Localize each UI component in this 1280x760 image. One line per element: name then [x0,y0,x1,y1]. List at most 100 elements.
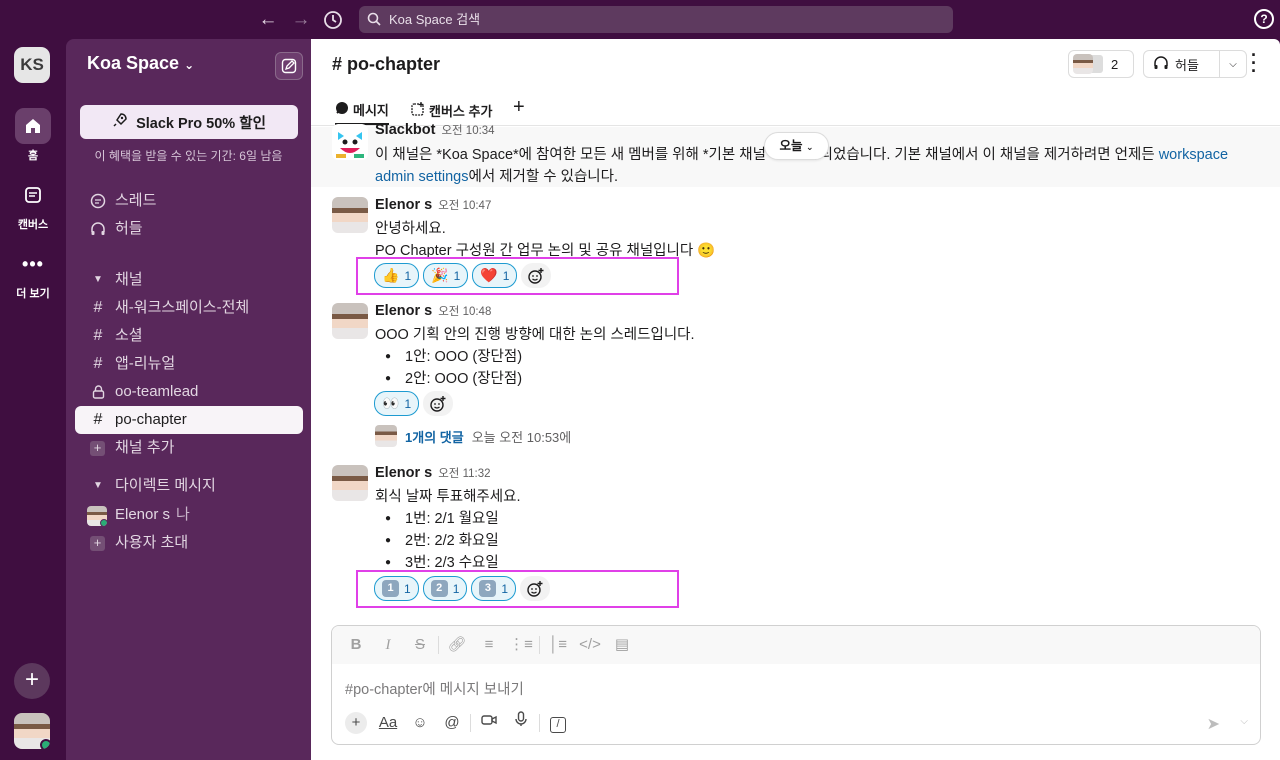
compose-button[interactable] [275,52,303,80]
code-block-icon[interactable]: ▤ [606,632,638,658]
sidebar-item-label: 새-워크스페이스-전체 [115,299,250,316]
message-author[interactable]: Slackbot 오전 10:34 [375,122,495,138]
invite-people-button[interactable]: + 사용자 초대 [75,529,303,557]
message-timestamp[interactable]: 오전 11:32 [438,468,490,480]
avatar[interactable] [332,303,368,339]
chevron-down-icon[interactable]: ⌵ [1240,716,1248,727]
more-vertical-icon[interactable]: · · · [1251,46,1259,80]
mention-icon[interactable]: @ [436,710,468,736]
formatting-toggle-icon[interactable]: Aa [372,710,404,736]
link-icon[interactable]: 🔗︎ [441,632,473,658]
message-timestamp[interactable]: 오전 10:48 [438,306,491,318]
workspace-link[interactable]: workspace [1159,147,1228,163]
sidebar-item-channel[interactable]: # 앱-리뉴얼 [75,350,303,378]
message-timestamp[interactable]: 오전 10:47 [438,200,491,212]
formatting-toolbar: B I S 🔗︎ ≡ ⋮≡ │≡ </> ▤ [332,626,1260,664]
headphones-icon [89,215,107,247]
plus-icon[interactable]: + [340,710,372,736]
add-reaction-icon[interactable] [423,391,454,416]
bold-button[interactable]: B [340,632,372,658]
promo-button[interactable]: Slack Pro 50% 할인 [80,105,298,139]
message-text: admin settings에서 제거할 수 있습니다. [375,169,619,185]
code-icon[interactable]: </> [574,632,606,658]
list-item: 1안: OOO (장단점) [385,345,522,366]
sidebar-item-huddles[interactable]: 허들 [75,215,303,243]
huddle-button[interactable]: 허들 ⌵ [1143,50,1247,78]
blockquote-icon[interactable]: │≡ [542,632,574,658]
slash-command-icon[interactable]: / [542,710,574,736]
caret-down-icon: ▼ [93,274,103,285]
emoji-icon[interactable]: ☺ [404,710,436,736]
caret-down-icon: ▼ [93,480,103,491]
channel-view: # po-chapter 2 허들 ⌵ · · · 메시지 캔버스 추가 + S… [311,39,1280,760]
channel-title[interactable]: # po-chapter [332,54,440,75]
strikethrough-button[interactable]: S [404,632,436,658]
message-text: 안녕하세요. [375,221,446,237]
sidebar-item-label: 허들 [115,220,143,237]
add-workspace-button[interactable]: + [14,663,50,699]
sidebar-item-label: Elenor s [115,506,171,523]
message-author[interactable]: Elenor s 오전 11:32 [375,465,491,481]
chevron-down-icon[interactable]: ⌵ [1220,59,1246,70]
reply-count-link[interactable]: 1개의 댓글 [405,427,464,446]
compose-icon [281,58,297,74]
date-divider-pill[interactable]: 오늘 ⌄ [764,132,829,160]
message-timestamp[interactable]: 오전 10:34 [441,125,494,137]
ordered-list-icon[interactable]: ≡ [473,632,505,658]
message-composer[interactable]: B I S 🔗︎ ≡ ⋮≡ │≡ </> ▤ #po-chapter에 메시지 … [331,625,1261,745]
plus-icon: + [90,536,105,551]
sidebar-item-channel[interactable]: # 소셜 [75,322,303,350]
member-count: 2 [1111,56,1119,72]
search-icon [367,12,381,26]
tab-add-canvas[interactable]: 캔버스 추가 [411,99,492,121]
italic-button[interactable]: I [372,632,404,658]
avatar[interactable] [332,465,368,501]
sidebar-item-channel[interactable]: # 새-워크스페이스-전체 [75,294,303,322]
sidebar-item-dm[interactable]: Elenor s 나 [75,501,303,529]
message-author[interactable]: Elenor s 오전 10:48 [375,303,491,319]
channels-section-header[interactable]: ▼ 채널 [75,266,303,294]
bulleted-list-icon[interactable]: ⋮≡ [505,632,537,658]
sidebar-item-label: 스레드 [115,192,157,209]
video-icon[interactable] [473,710,505,736]
help-icon[interactable]: ? [1254,9,1274,29]
message-icon [335,101,349,118]
rail-canvas[interactable]: 캔버스 [0,177,66,232]
rail-more[interactable]: ••• 더 보기 [0,246,66,301]
clock-icon[interactable] [320,7,346,33]
thread-replies[interactable]: 1개의 댓글 오늘 오전 10:53에 [375,425,571,447]
workspace-avatar[interactable]: KS [14,47,50,83]
rail-home[interactable]: 홈 [0,108,66,163]
arrow-left-icon[interactable]: ← [255,7,281,33]
sidebar-item-threads[interactable]: 스레드 [75,187,303,215]
admin-settings-link[interactable]: admin settings [375,169,469,185]
lock-icon [89,378,107,409]
reaction-eyes[interactable]: 👀 1 [374,391,420,416]
message-author[interactable]: Elenor s 오전 10:47 [375,197,491,213]
reaction-bar: 👀 1 [374,391,454,416]
chevron-down-icon: ⌄ [805,142,814,152]
sidebar-item-channel[interactable]: oo-teamlead [75,378,303,406]
avatar[interactable] [332,197,368,233]
add-tab-icon[interactable]: + [513,96,525,119]
chevron-down-icon: ⌄ [184,58,195,72]
annotation-highlight-box [356,257,679,295]
divider [539,714,540,732]
add-channel-button[interactable]: + 채널 추가 [75,434,303,462]
workspace-rail: KS 홈 캔버스 ••• 더 보기 + [0,39,66,760]
avatar [375,425,397,447]
list-item: 2안: OOO (장단점) [385,367,522,388]
user-avatar[interactable] [14,713,50,749]
microphone-icon[interactable] [505,710,537,736]
search-input[interactable]: Koa Space 검색 [359,6,953,33]
canvas-icon [15,177,51,213]
member-list-button[interactable]: 2 [1068,50,1134,78]
dm-section-header[interactable]: ▼ 다이렉트 메시지 [75,472,303,500]
sidebar-item-channel-active[interactable]: # po-chapter [75,406,303,434]
arrow-right-icon[interactable]: → [288,7,314,33]
message-input[interactable]: #po-chapter에 메시지 보내기 [345,678,524,699]
list-item: 3번: 2/3 수요일 [385,551,499,572]
tab-label: 캔버스 추가 [429,103,493,119]
workspace-name[interactable]: Koa Space ⌄ [87,53,194,74]
send-icon[interactable]: ➤ [1207,714,1220,734]
